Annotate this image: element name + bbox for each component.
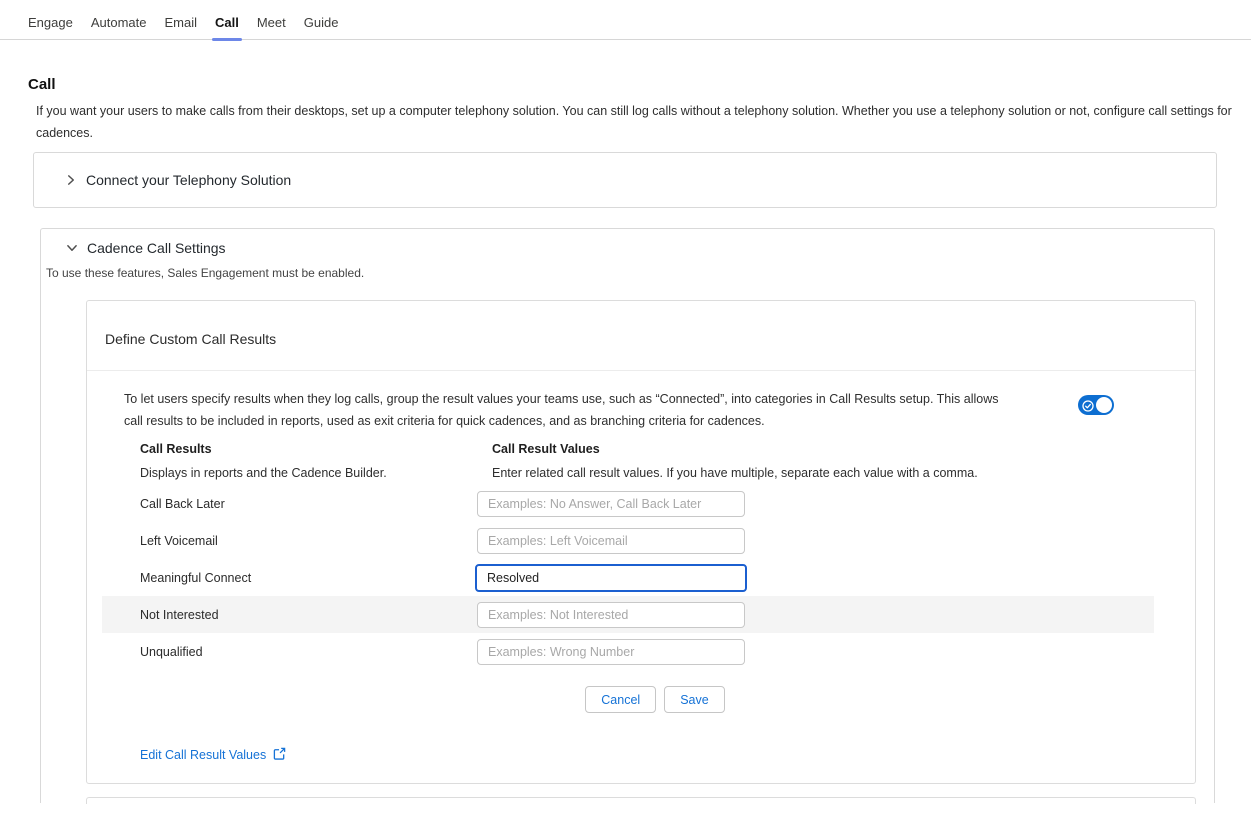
next-card-partial [86,797,1196,804]
call-result-value-input[interactable] [477,639,745,665]
chevron-down-icon [66,242,78,254]
call-result-label: Call Back Later [102,497,477,511]
call-result-row: Not Interested [102,596,1154,633]
cadence-section-subtitle: To use these features, Sales Engagement … [46,266,364,280]
tab-bar: Engage Automate Email Call Meet Guide [0,0,1251,40]
call-result-value-input[interactable] [475,564,747,592]
card-header-divider [87,370,1195,371]
call-result-value-input[interactable] [477,491,745,517]
save-button[interactable]: Save [664,686,725,713]
call-result-label: Left Voicemail [102,534,477,548]
cancel-button[interactable]: Cancel [585,686,656,713]
call-result-values-column-header: Call Result Values [492,442,600,456]
call-result-row: Call Back Later [102,485,1154,522]
edit-call-result-values-label: Edit Call Result Values [140,748,266,762]
page-description: If you want your users to make calls fro… [36,100,1232,144]
call-result-value-input[interactable] [477,602,745,628]
cadence-section: Cadence Call Settings To use these featu… [40,228,1215,803]
tab-call[interactable]: Call [215,15,239,39]
call-results-toggle[interactable] [1078,395,1114,415]
call-results-column-subtext: Displays in reports and the Cadence Buil… [140,466,387,480]
external-link-icon [273,747,286,763]
define-call-results-card: Define Custom Call Results To let users … [86,300,1196,784]
card-description: To let users specify results when they l… [124,388,1004,432]
page-title: Call [28,76,56,93]
call-result-label: Not Interested [102,608,477,622]
tab-meet[interactable]: Meet [257,15,286,39]
call-result-row: Meaningful Connect [102,559,1154,596]
card-title: Define Custom Call Results [105,331,276,347]
telephony-section-title: Connect your Telephony Solution [86,172,291,188]
tab-guide[interactable]: Guide [304,15,339,39]
call-result-row: Unqualified [102,633,1154,670]
chevron-right-icon [65,174,77,186]
call-result-values-column-subtext: Enter related call result values. If you… [492,466,978,480]
card-actions: Cancel Save [101,686,1209,713]
call-result-label: Meaningful Connect [102,571,477,585]
toggle-knob [1096,397,1112,413]
tab-engage[interactable]: Engage [28,15,73,39]
edit-call-result-values-link[interactable]: Edit Call Result Values [140,747,286,763]
check-icon [1082,399,1094,417]
tab-automate[interactable]: Automate [91,15,147,39]
telephony-section: Connect your Telephony Solution [33,152,1217,208]
call-results-rows: Call Back Later Left Voicemail Meaningful … [102,485,1154,670]
cadence-section-title: Cadence Call Settings [87,240,226,256]
call-result-label: Unqualified [102,645,477,659]
call-result-row: Left Voicemail [102,522,1154,559]
telephony-section-header[interactable]: Connect your Telephony Solution [34,172,291,188]
cadence-section-header[interactable]: Cadence Call Settings [66,240,226,256]
call-results-column-header: Call Results [140,442,212,456]
call-settings-page: Engage Automate Email Call Meet Guide Call If… [0,0,1251,820]
call-result-value-input[interactable] [477,528,745,554]
tab-email[interactable]: Email [164,15,197,39]
